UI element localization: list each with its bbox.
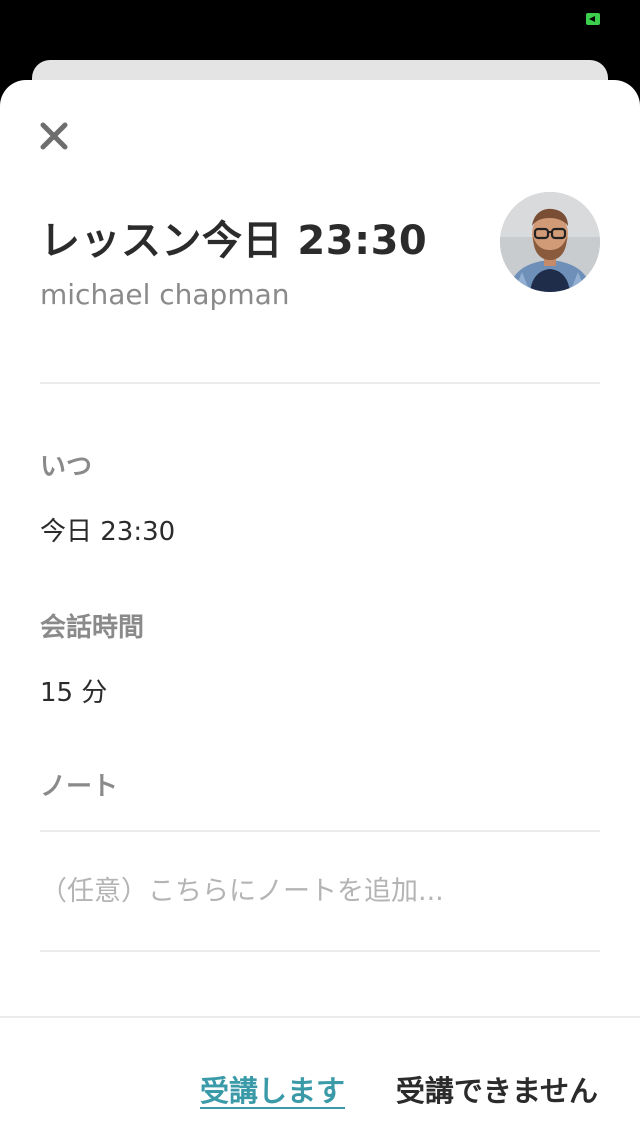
avatar-photo xyxy=(500,192,600,292)
close-icon xyxy=(40,122,68,150)
battery-charging-icon xyxy=(586,13,600,25)
app-screen: レッスン今日 23:30 michael chapman いつ 今日 23:30… xyxy=(0,0,640,1136)
page-title: レッスン今日 23:30 xyxy=(40,218,428,264)
decline-lesson-button[interactable]: 受講できません xyxy=(396,1068,598,1110)
lesson-detail-sheet: レッスン今日 23:30 michael chapman いつ 今日 23:30… xyxy=(0,80,640,1136)
teacher-name: michael chapman xyxy=(40,278,290,311)
note-bottom-divider xyxy=(40,950,600,952)
header-divider xyxy=(40,382,600,384)
avatar[interactable] xyxy=(500,192,600,292)
duration-label: 会話時間 xyxy=(40,613,145,643)
note-label: ノート xyxy=(40,772,119,802)
footer-divider xyxy=(0,1016,640,1018)
duration-value: 15 分 xyxy=(40,678,108,708)
when-label: いつ xyxy=(40,452,93,482)
accept-lesson-button[interactable]: 受講します xyxy=(200,1068,345,1110)
status-bar xyxy=(0,0,640,40)
close-button[interactable] xyxy=(36,118,72,154)
note-input[interactable] xyxy=(40,832,600,950)
when-value: 今日 23:30 xyxy=(40,517,176,547)
